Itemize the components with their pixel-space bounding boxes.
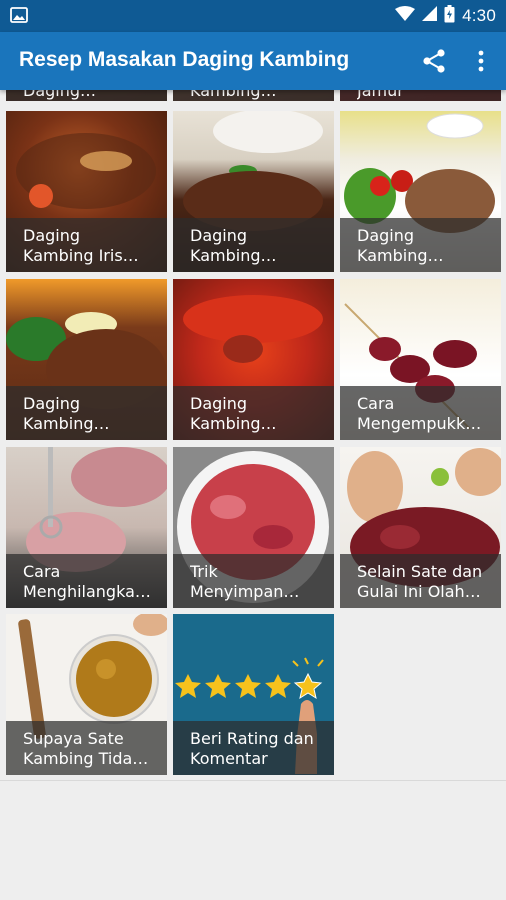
- tile-caption-line2: Kambing…: [190, 414, 277, 433]
- more-vert-icon: [478, 50, 484, 72]
- tile-caption-line1: Daging: [23, 394, 81, 413]
- signal-icon: [422, 6, 438, 26]
- status-time: 4:30: [462, 6, 496, 25]
- tile-caption-line1: Selain Sate dan: [357, 562, 483, 581]
- tile-caption-line2: Kambing…: [357, 246, 444, 265]
- tile-caption-line2: Kambing…: [23, 414, 110, 433]
- star-icon: [235, 674, 261, 698]
- recipe-tile[interactable]: Daging Kambing…: [340, 111, 501, 272]
- recipe-tile[interactable]: Kambing…: [173, 90, 334, 101]
- recipe-tile[interactable]: Cara Mengempukk…: [340, 279, 501, 440]
- tile-caption-line2: Kambing…: [190, 246, 277, 265]
- share-icon: [423, 49, 445, 73]
- recipe-tile[interactable]: Daging Kambing…: [173, 111, 334, 272]
- recipe-tile[interactable]: Jamur: [340, 90, 501, 101]
- battery-icon: [444, 4, 455, 28]
- recipe-grid: Daging… Kambing… Jamur Daging Kambing Ir…: [0, 90, 506, 780]
- recipe-tile[interactable]: Daging Kambing Iris…: [6, 111, 167, 272]
- tile-caption-line2: Komentar: [190, 749, 268, 768]
- recipe-tile[interactable]: Selain Sate dan Gulai Ini Olah…: [340, 447, 501, 608]
- tile-caption: Kambing…: [190, 90, 277, 100]
- recipe-tile[interactable]: Supaya Sate Kambing Tida…: [6, 614, 167, 775]
- tile-caption-line2: Menyimpan…: [190, 582, 300, 601]
- star-icon: [265, 674, 291, 698]
- app-bar: Resep Masakan Daging Kambing: [0, 32, 506, 90]
- recipe-tile[interactable]: Daging Kambing…: [173, 279, 334, 440]
- tile-caption-line1: Cara: [23, 562, 61, 581]
- image-notification-icon: [10, 7, 28, 23]
- recipe-tile[interactable]: Trik Menyimpan…: [173, 447, 334, 608]
- tile-caption-line1: Daging: [357, 226, 415, 245]
- more-options-button[interactable]: [470, 47, 492, 75]
- list-end-divider: [0, 780, 506, 781]
- star-icon: [175, 674, 201, 698]
- status-bar: 4:30: [0, 0, 506, 32]
- tile-caption-line1: Trik: [190, 562, 218, 581]
- tile-caption: Daging…: [23, 90, 97, 100]
- tile-caption-line2: Gulai Ini Olah…: [357, 582, 481, 601]
- tile-caption-line2: Menghilangka…: [23, 582, 151, 601]
- tile-caption-line1: Beri Rating dan: [190, 729, 314, 748]
- share-button[interactable]: [420, 47, 448, 75]
- recipe-tile[interactable]: Daging Kambing…: [6, 279, 167, 440]
- rating-tile[interactable]: Beri Rating dan Komentar: [173, 614, 334, 775]
- tile-caption-line2: Mengempukk…: [357, 414, 482, 433]
- tile-caption-line1: Daging: [190, 226, 248, 245]
- recipe-tile[interactable]: Cara Menghilangka…: [6, 447, 167, 608]
- tile-caption-line1: Supaya Sate: [23, 729, 124, 748]
- wifi-icon: [395, 5, 416, 27]
- tile-caption-line1: Daging: [190, 394, 248, 413]
- tile-caption-line2: Kambing Iris…: [23, 246, 139, 265]
- tile-caption: Jamur: [357, 90, 404, 100]
- tile-caption-line1: Cara: [357, 394, 395, 413]
- recipe-tile[interactable]: Daging…: [6, 90, 167, 101]
- tile-caption-line1: Daging: [23, 226, 81, 245]
- app-title: Resep Masakan Daging Kambing: [19, 48, 350, 71]
- star-icon: [205, 674, 231, 698]
- tile-caption-line2: Kambing Tida…: [23, 749, 149, 768]
